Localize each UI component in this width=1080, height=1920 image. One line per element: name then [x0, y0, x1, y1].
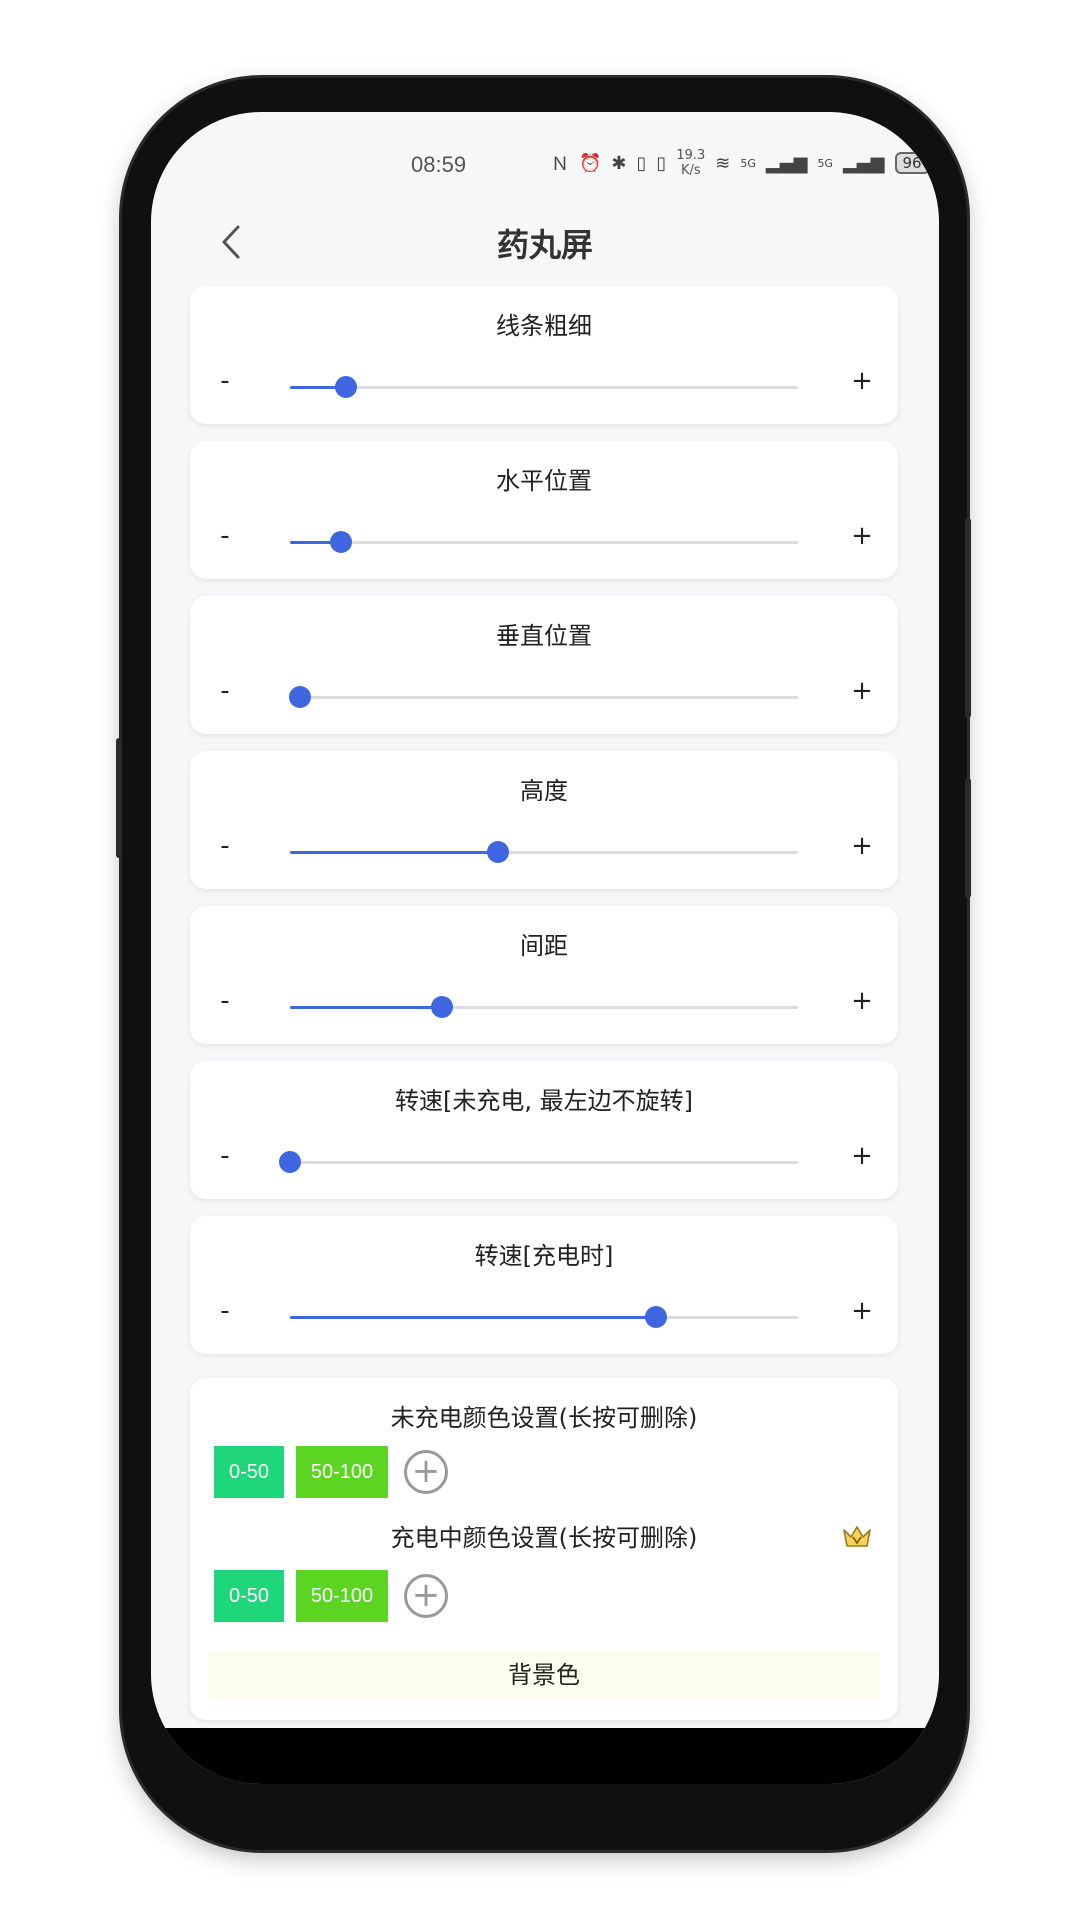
slider-track[interactable]	[279, 1151, 798, 1173]
network-speed: 19.3 K/s	[676, 148, 705, 178]
decrease-button[interactable]: -	[210, 1141, 240, 1171]
uncharged-color-title: 未充电颜色设置(长按可删除)	[390, 1404, 698, 1432]
screen-bottom-bezel	[151, 1728, 939, 1784]
slider-card-horizontal-position: 水平位置 - +	[190, 441, 898, 579]
slider-label: 间距	[520, 932, 568, 960]
slider-card-speed-charging: 转速[充电时] - +	[190, 1216, 898, 1354]
slider-thumb[interactable]	[487, 841, 510, 863]
status-icons: Ｎ ⏰ ✱ ▯ ▯ 19.3 K/s ≋ 5G ▂▄▆ 5G ▂▄▆ 96	[551, 148, 930, 178]
side-button	[116, 738, 122, 858]
slider-thumb[interactable]	[329, 531, 352, 553]
signal-bars-icon-1: ▂▄▆	[765, 152, 808, 174]
decrease-button[interactable]: -	[210, 831, 240, 861]
power-button	[965, 518, 971, 718]
status-time: 08:59	[411, 152, 467, 177]
charging-chip-50-100[interactable]: 50-100	[296, 1570, 388, 1622]
slider-thumb[interactable]	[431, 996, 454, 1018]
bluetooth-icon: ✱	[611, 152, 627, 174]
slider-fill	[290, 1006, 443, 1009]
slider-card-vertical-position: 垂直位置 - +	[190, 596, 898, 734]
slider-thumb[interactable]	[289, 686, 312, 708]
color-settings-card: 未充电颜色设置(长按可删除) 0-50 50-100 + 充电中颜色设置(长按可…	[190, 1378, 898, 1720]
slider-track[interactable]	[290, 531, 798, 553]
add-uncharged-color-button[interactable]: +	[404, 1450, 448, 1494]
battery-indicator: 96	[894, 152, 930, 174]
slider-track[interactable]	[290, 996, 798, 1018]
nfc-icon: Ｎ	[551, 154, 569, 175]
app-header: 药丸屏	[151, 202, 939, 282]
decrease-button[interactable]: -	[210, 366, 240, 396]
slider-track[interactable]	[290, 1306, 798, 1328]
slider-thumb[interactable]	[334, 376, 357, 398]
crown-icon[interactable]	[842, 1524, 872, 1550]
uncharged-chip-50-100[interactable]: 50-100	[296, 1446, 388, 1498]
status-bar: 08:59 Ｎ ⏰ ✱ ▯ ▯ 19.3 K/s ≋ 5G ▂▄▆ 5G ▂▄▆…	[151, 112, 939, 192]
battery-saver-icon: ▯	[636, 152, 647, 174]
signal-5g-label-1: 5G	[740, 156, 756, 170]
increase-button[interactable]: +	[847, 521, 877, 551]
slider-fill	[290, 1316, 656, 1319]
slider-label: 高度	[520, 777, 568, 805]
slider-label: 垂直位置	[496, 622, 592, 650]
slider-track[interactable]	[289, 686, 798, 708]
increase-button[interactable]: +	[847, 1141, 877, 1171]
slider-label: 水平位置	[496, 467, 592, 495]
slider-label: 转速[充电时]	[474, 1242, 614, 1270]
slider-card-line-width: 线条粗细 - +	[190, 286, 898, 424]
page-title: 药丸屏	[496, 226, 593, 264]
slider-thumb[interactable]	[279, 1151, 301, 1173]
alarm-icon: ⏰	[579, 152, 602, 174]
speed-unit: K/s	[680, 163, 701, 178]
decrease-button[interactable]: -	[210, 676, 240, 706]
volume-button	[965, 778, 971, 898]
slider-thumb[interactable]	[644, 1306, 667, 1328]
slider-label: 线条粗细	[496, 312, 592, 340]
charging-chip-0-50[interactable]: 0-50	[214, 1570, 284, 1622]
speed-value: 19.3	[676, 148, 706, 163]
slider-track[interactable]	[290, 376, 798, 398]
increase-button[interactable]: +	[847, 676, 877, 706]
background-color-button[interactable]: 背景色	[208, 1650, 880, 1700]
charging-color-title: 充电中颜色设置(长按可删除)	[390, 1524, 698, 1552]
uncharged-chip-0-50[interactable]: 0-50	[214, 1446, 284, 1498]
increase-button[interactable]: +	[847, 1296, 877, 1326]
increase-button[interactable]: +	[847, 366, 877, 396]
slider-card-speed-uncharged: 转速[未充电, 最左边不旋转] - +	[190, 1061, 898, 1199]
slider-card-spacing: 间距 - +	[190, 906, 898, 1044]
add-charging-color-button[interactable]: +	[404, 1574, 448, 1618]
slider-label: 转速[未充电, 最左边不旋转]	[395, 1087, 693, 1115]
app-screen: 08:59 Ｎ ⏰ ✱ ▯ ▯ 19.3 K/s ≋ 5G ▂▄▆ 5G ▂▄▆…	[151, 112, 939, 1784]
decrease-button[interactable]: -	[210, 1296, 240, 1326]
slider-track[interactable]	[290, 841, 798, 863]
decrease-button[interactable]: -	[210, 986, 240, 1016]
slider-card-height: 高度 - +	[190, 751, 898, 889]
slider-fill	[290, 851, 499, 854]
increase-button[interactable]: +	[847, 831, 877, 861]
chevron-left-icon	[222, 225, 240, 259]
signal-bars-icon-2: ▂▄▆	[842, 152, 885, 174]
decrease-button[interactable]: -	[210, 521, 240, 551]
wifi-icon: ≋	[715, 152, 731, 174]
increase-button[interactable]: +	[847, 986, 877, 1016]
signal-5g-label-2: 5G	[817, 156, 833, 170]
vibrate-icon: ▯	[656, 152, 667, 174]
back-button[interactable]	[209, 220, 253, 264]
